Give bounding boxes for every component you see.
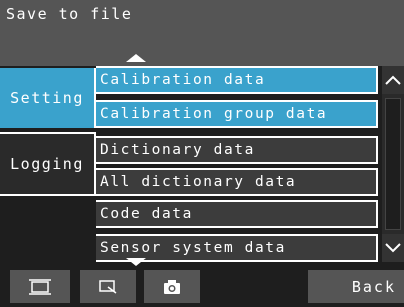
camera-button[interactable] (144, 270, 200, 303)
frame-button[interactable] (10, 270, 70, 303)
chevron-down-icon (385, 243, 401, 253)
scroll-up-button[interactable] (382, 66, 404, 94)
list-item-calibration-data[interactable]: Calibration data (96, 66, 378, 94)
back-button[interactable]: Back (308, 270, 404, 303)
camera-icon (164, 279, 180, 294)
scroll-bottom-indicator-icon (126, 258, 146, 266)
scroll-top-indicator-icon (126, 54, 146, 62)
list-item-code-data[interactable]: Code data (96, 200, 378, 228)
tab-setting[interactable]: Setting (0, 68, 96, 128)
bottom-toolbar: Back (0, 266, 404, 307)
tab-column: Setting Logging (0, 66, 96, 262)
zoom-icon (99, 279, 117, 294)
title-bar: Save to file (0, 0, 404, 66)
scroll-track[interactable] (385, 98, 401, 230)
file-type-list: Calibration data Calibration group data … (96, 66, 380, 262)
page-title: Save to file (6, 5, 133, 23)
chevron-up-icon (385, 75, 401, 85)
scroll-down-button[interactable] (382, 234, 404, 262)
list-item-dictionary-data[interactable]: Dictionary data (96, 136, 378, 164)
list-item-all-dictionary-data[interactable]: All dictionary data (96, 168, 378, 196)
scrollbar[interactable] (382, 66, 404, 262)
frame-icon (29, 278, 51, 295)
zoom-button[interactable] (80, 270, 136, 303)
tab-logging[interactable]: Logging (0, 132, 96, 196)
list-item-calibration-group-data[interactable]: Calibration group data (96, 100, 378, 128)
